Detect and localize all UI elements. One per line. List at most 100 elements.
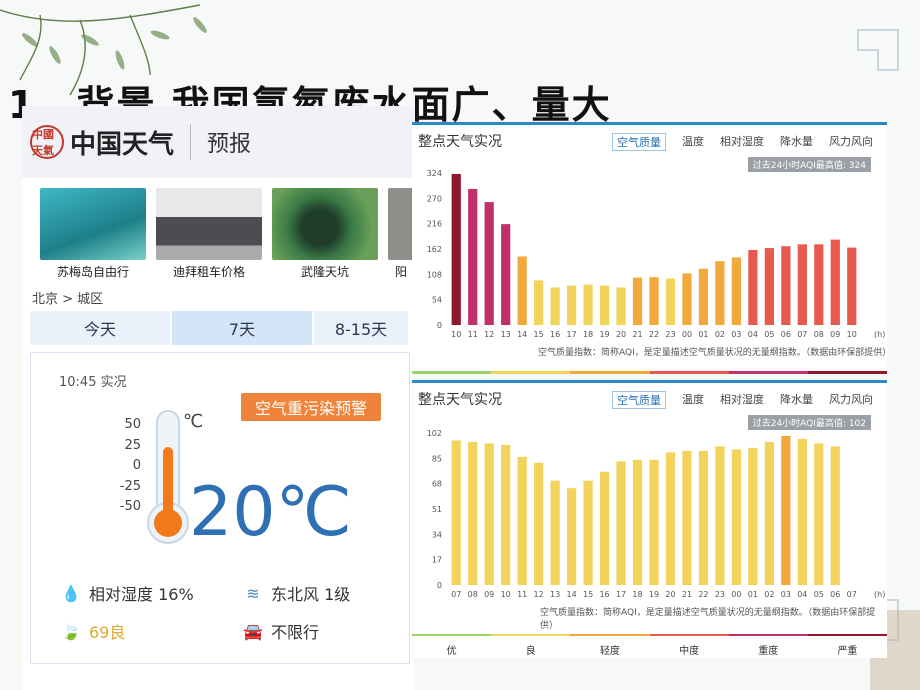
aqi-bar[interactable] [814, 244, 824, 325]
aqi-bar[interactable] [830, 239, 840, 325]
aqi-bar[interactable] [731, 449, 742, 585]
aqi-bar[interactable] [649, 459, 659, 585]
aqi-bar[interactable] [830, 446, 840, 585]
tab-precipitation[interactable]: 降水量 [780, 133, 813, 151]
promo-image-partial[interactable] [388, 188, 414, 260]
tab-wind[interactable]: 风力风向 [829, 133, 873, 151]
aqi-bar[interactable] [698, 450, 709, 585]
x-tick-label: 12 [534, 590, 544, 599]
aqi-bar[interactable] [665, 278, 676, 325]
tab-humidity[interactable]: 相对湿度 [720, 133, 764, 151]
tab-temperature[interactable]: 温度 [682, 133, 704, 151]
y-tick-label: 17 [432, 556, 442, 565]
promo-item[interactable]: 武隆天坑 [272, 188, 378, 280]
aqi-bar[interactable] [484, 443, 494, 585]
tab-7days[interactable]: 7天 [172, 311, 314, 345]
scale-label: 0 [132, 458, 141, 473]
aqi-bar[interactable] [797, 438, 807, 585]
aqi-bar[interactable] [632, 277, 643, 325]
promo-caption[interactable]: 阳 [388, 263, 414, 280]
brand-name[interactable]: 中国天气 [70, 124, 174, 161]
aqi-bar[interactable] [451, 173, 461, 325]
x-tick-label: 05 [814, 590, 824, 599]
aqi-bar[interactable] [715, 446, 725, 585]
promo-item[interactable]: 苏梅岛自由行 [40, 188, 146, 280]
tab-humidity[interactable]: 相对湿度 [720, 391, 764, 409]
x-tick-label: 07 [797, 330, 807, 339]
aqi-bar[interactable] [517, 256, 527, 325]
aqi-bar[interactable] [715, 261, 725, 325]
tab-8-15days[interactable]: 8-15天 [314, 311, 410, 345]
aqi-bar[interactable] [468, 188, 478, 325]
y-tick-label: 216 [427, 220, 442, 229]
forecast-label[interactable]: 预报 [207, 126, 251, 158]
aqi-bar[interactable] [764, 248, 774, 325]
tab-air-quality[interactable]: 空气质量 [612, 391, 666, 409]
aqi-bar[interactable] [616, 287, 626, 325]
promo-thumbnails: 苏梅岛自由行 迪拜租车价格 武隆天坑 阳 [22, 178, 414, 280]
y-tick-label: 270 [427, 194, 442, 203]
aqi-bar[interactable] [517, 456, 527, 585]
chart-note: 空气质量指数：简称AQI，是定量描述空气质量状况的无量纲指数。（数据由环保部提供… [538, 348, 892, 358]
promo-caption[interactable]: 武隆天坑 [272, 263, 378, 280]
tab-precipitation[interactable]: 降水量 [780, 391, 813, 409]
humidity-text: 相对湿度 16% [89, 585, 194, 604]
x-tick-label: 14 [517, 330, 527, 339]
aqi-bar[interactable] [748, 447, 758, 585]
aqi-bar[interactable] [566, 488, 577, 585]
aqi-bar[interactable] [781, 246, 791, 325]
aqi-bar[interactable] [616, 461, 626, 585]
aqi-bar[interactable] [665, 452, 676, 585]
aqi-bar[interactable] [764, 441, 774, 585]
tab-wind[interactable]: 风力风向 [829, 391, 873, 409]
promo-image-sinkhole[interactable] [272, 188, 378, 260]
aqi-bar[interactable] [797, 244, 807, 325]
aqi-bar[interactable] [632, 459, 643, 585]
aqi-info[interactable]: 🍃 69良 [61, 619, 125, 643]
aqi-bar[interactable] [781, 435, 791, 585]
aqi-bar[interactable] [698, 268, 709, 325]
china-weather-logo[interactable]: 中國天氣 [30, 125, 64, 159]
tab-temperature[interactable]: 温度 [682, 391, 704, 409]
aqi-bar[interactable] [583, 284, 593, 325]
aqi-bar[interactable] [814, 443, 824, 585]
breadcrumb[interactable]: 北京 > 城区 [22, 280, 414, 307]
aqi-bar[interactable] [682, 273, 692, 325]
aqi-bar[interactable] [748, 249, 758, 325]
aqi-bar[interactable] [847, 247, 857, 325]
promo-caption[interactable]: 苏梅岛自由行 [40, 263, 146, 280]
promo-image-island[interactable] [40, 188, 146, 260]
aqi-bar[interactable] [566, 285, 577, 325]
aqi-bar[interactable] [534, 462, 544, 585]
aqi-bar[interactable] [534, 280, 544, 325]
pollution-alert-button[interactable]: 空气重污染预警 [241, 393, 381, 421]
aqi-bar[interactable] [501, 224, 511, 325]
aqi-bar[interactable] [583, 480, 593, 585]
chart-tabs: 空气质量 温度 相对湿度 降水量 风力风向 [612, 133, 873, 151]
aqi-bar[interactable] [468, 441, 478, 585]
x-tick-label: 17 [567, 330, 577, 339]
x-tick-label: 06 [830, 590, 840, 599]
aqi-bar[interactable] [649, 277, 659, 325]
promo-image-car[interactable] [156, 188, 262, 260]
aqi-bar[interactable] [451, 440, 461, 585]
tab-air-quality[interactable]: 空气质量 [612, 133, 666, 151]
aqi-bar[interactable] [550, 480, 560, 585]
aqi-chart-panel-top: 整点天气实况 空气质量 温度 相对湿度 降水量 风力风向 过去24小时AQI最高… [412, 122, 892, 374]
aqi-bar[interactable] [501, 444, 511, 585]
aqi-bar[interactable] [599, 285, 610, 325]
promo-caption[interactable]: 迪拜租车价格 [156, 263, 262, 280]
x-tick-label: 21 [632, 330, 642, 339]
aqi-bar[interactable] [682, 450, 692, 585]
aqi-bar[interactable] [599, 471, 610, 585]
x-tick-label: 02 [764, 590, 774, 599]
observation-time: 10:45 实况 [59, 375, 127, 390]
tab-today[interactable]: 今天 [30, 311, 172, 345]
aqi-bar[interactable] [484, 202, 494, 325]
promo-item[interactable]: 迪拜租车价格 [156, 188, 262, 280]
aqi-text[interactable]: 69良 [89, 619, 125, 643]
aqi-bar[interactable] [550, 287, 560, 325]
x-tick-label: 10 [501, 590, 511, 599]
aqi-bar[interactable] [731, 257, 742, 325]
promo-item[interactable]: 阳 [388, 188, 414, 280]
